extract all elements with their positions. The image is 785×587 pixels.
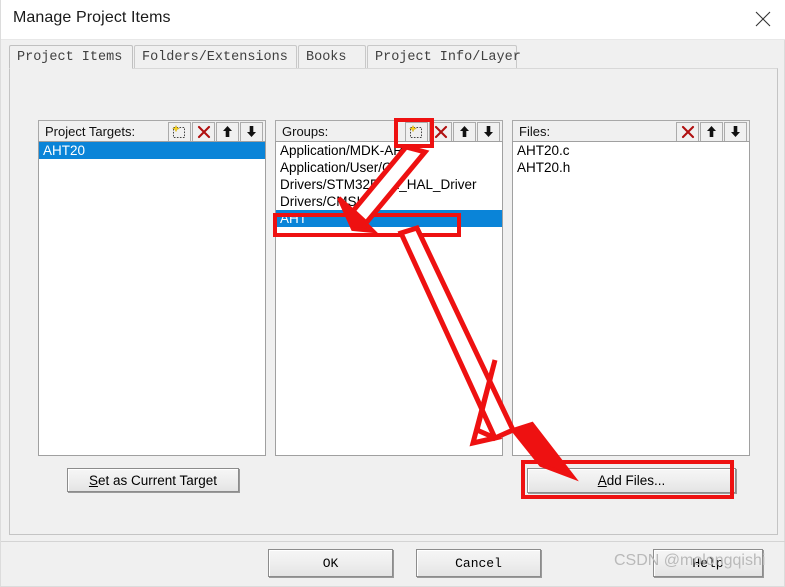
ok-button[interactable]: OK <box>268 549 393 577</box>
manage-project-items-dialog: Manage Project Items Project Items Folde… <box>0 0 785 587</box>
help-button[interactable]: Help <box>653 549 763 577</box>
tab-label: Project Items <box>17 50 123 65</box>
list-item[interactable]: AHT20 <box>39 142 265 159</box>
tab-content-panel: Project Targets: AHT20 Set as Current Ta… <box>9 68 778 535</box>
move-file-down-button[interactable] <box>724 121 747 142</box>
move-file-up-button[interactable] <box>700 121 723 142</box>
tab-project-info-layer[interactable]: Project Info/Layer <box>367 45 521 68</box>
delete-file-button[interactable] <box>676 121 699 142</box>
groups-label: Groups: <box>282 124 329 139</box>
cancel-button[interactable]: Cancel <box>416 549 541 577</box>
list-item[interactable]: AHT20.h <box>513 159 749 176</box>
project-targets-label: Project Targets: <box>45 124 136 139</box>
move-group-up-button[interactable] <box>453 121 476 142</box>
button-label: et as Current Target <box>97 472 218 488</box>
files-list[interactable]: AHT20.c AHT20.h <box>512 141 750 456</box>
add-files-button[interactable]: Add Files... <box>527 468 736 493</box>
list-item[interactable]: Application/User/Core <box>276 159 502 176</box>
list-item[interactable]: AHT <box>276 210 502 227</box>
window-title: Manage Project Items <box>13 9 171 26</box>
accel-char: S <box>88 472 98 488</box>
project-targets-list[interactable]: AHT20 <box>38 141 266 456</box>
button-label: Cancel <box>455 555 502 571</box>
tab-folders-extensions[interactable]: Folders/Extensions <box>134 45 297 68</box>
set-as-current-target-button[interactable]: Set as Current Target <box>67 468 239 492</box>
button-label: dd Files... <box>606 473 666 488</box>
button-label: OK <box>322 555 339 571</box>
tab-label: Books <box>306 50 347 65</box>
button-label: Help <box>692 555 724 571</box>
tab-label: Folders/Extensions <box>142 50 288 65</box>
tab-project-items[interactable]: Project Items <box>9 45 133 69</box>
move-target-down-button[interactable] <box>240 121 263 142</box>
tab-label: Project Info/Layer <box>375 50 521 65</box>
files-header: Files: <box>512 120 750 142</box>
files-label: Files: <box>519 124 551 139</box>
groups-header: Groups: <box>275 120 503 142</box>
list-item[interactable]: Application/MDK-ARM <box>276 142 502 159</box>
title-bar: Manage Project Items <box>1 0 785 40</box>
move-group-down-button[interactable] <box>477 121 500 142</box>
move-target-up-button[interactable] <box>216 121 239 142</box>
tab-strip: Project Items Folders/Extensions Books P… <box>9 45 778 69</box>
accel-char: A <box>597 473 607 488</box>
new-target-button[interactable] <box>168 121 191 142</box>
footer-divider <box>1 541 785 542</box>
delete-target-button[interactable] <box>192 121 215 142</box>
list-item[interactable]: Drivers/CMSIS <box>276 193 502 210</box>
project-targets-header: Project Targets: <box>38 120 266 142</box>
list-item[interactable]: AHT20.c <box>513 142 749 159</box>
close-icon[interactable] <box>740 0 785 38</box>
tab-books[interactable]: Books <box>298 45 366 68</box>
groups-list[interactable]: Application/MDK-ARM Application/User/Cor… <box>275 141 503 456</box>
new-group-button[interactable] <box>405 121 428 142</box>
list-item[interactable]: Drivers/STM32F1xx_HAL_Driver <box>276 176 502 193</box>
delete-group-button[interactable] <box>429 121 452 142</box>
